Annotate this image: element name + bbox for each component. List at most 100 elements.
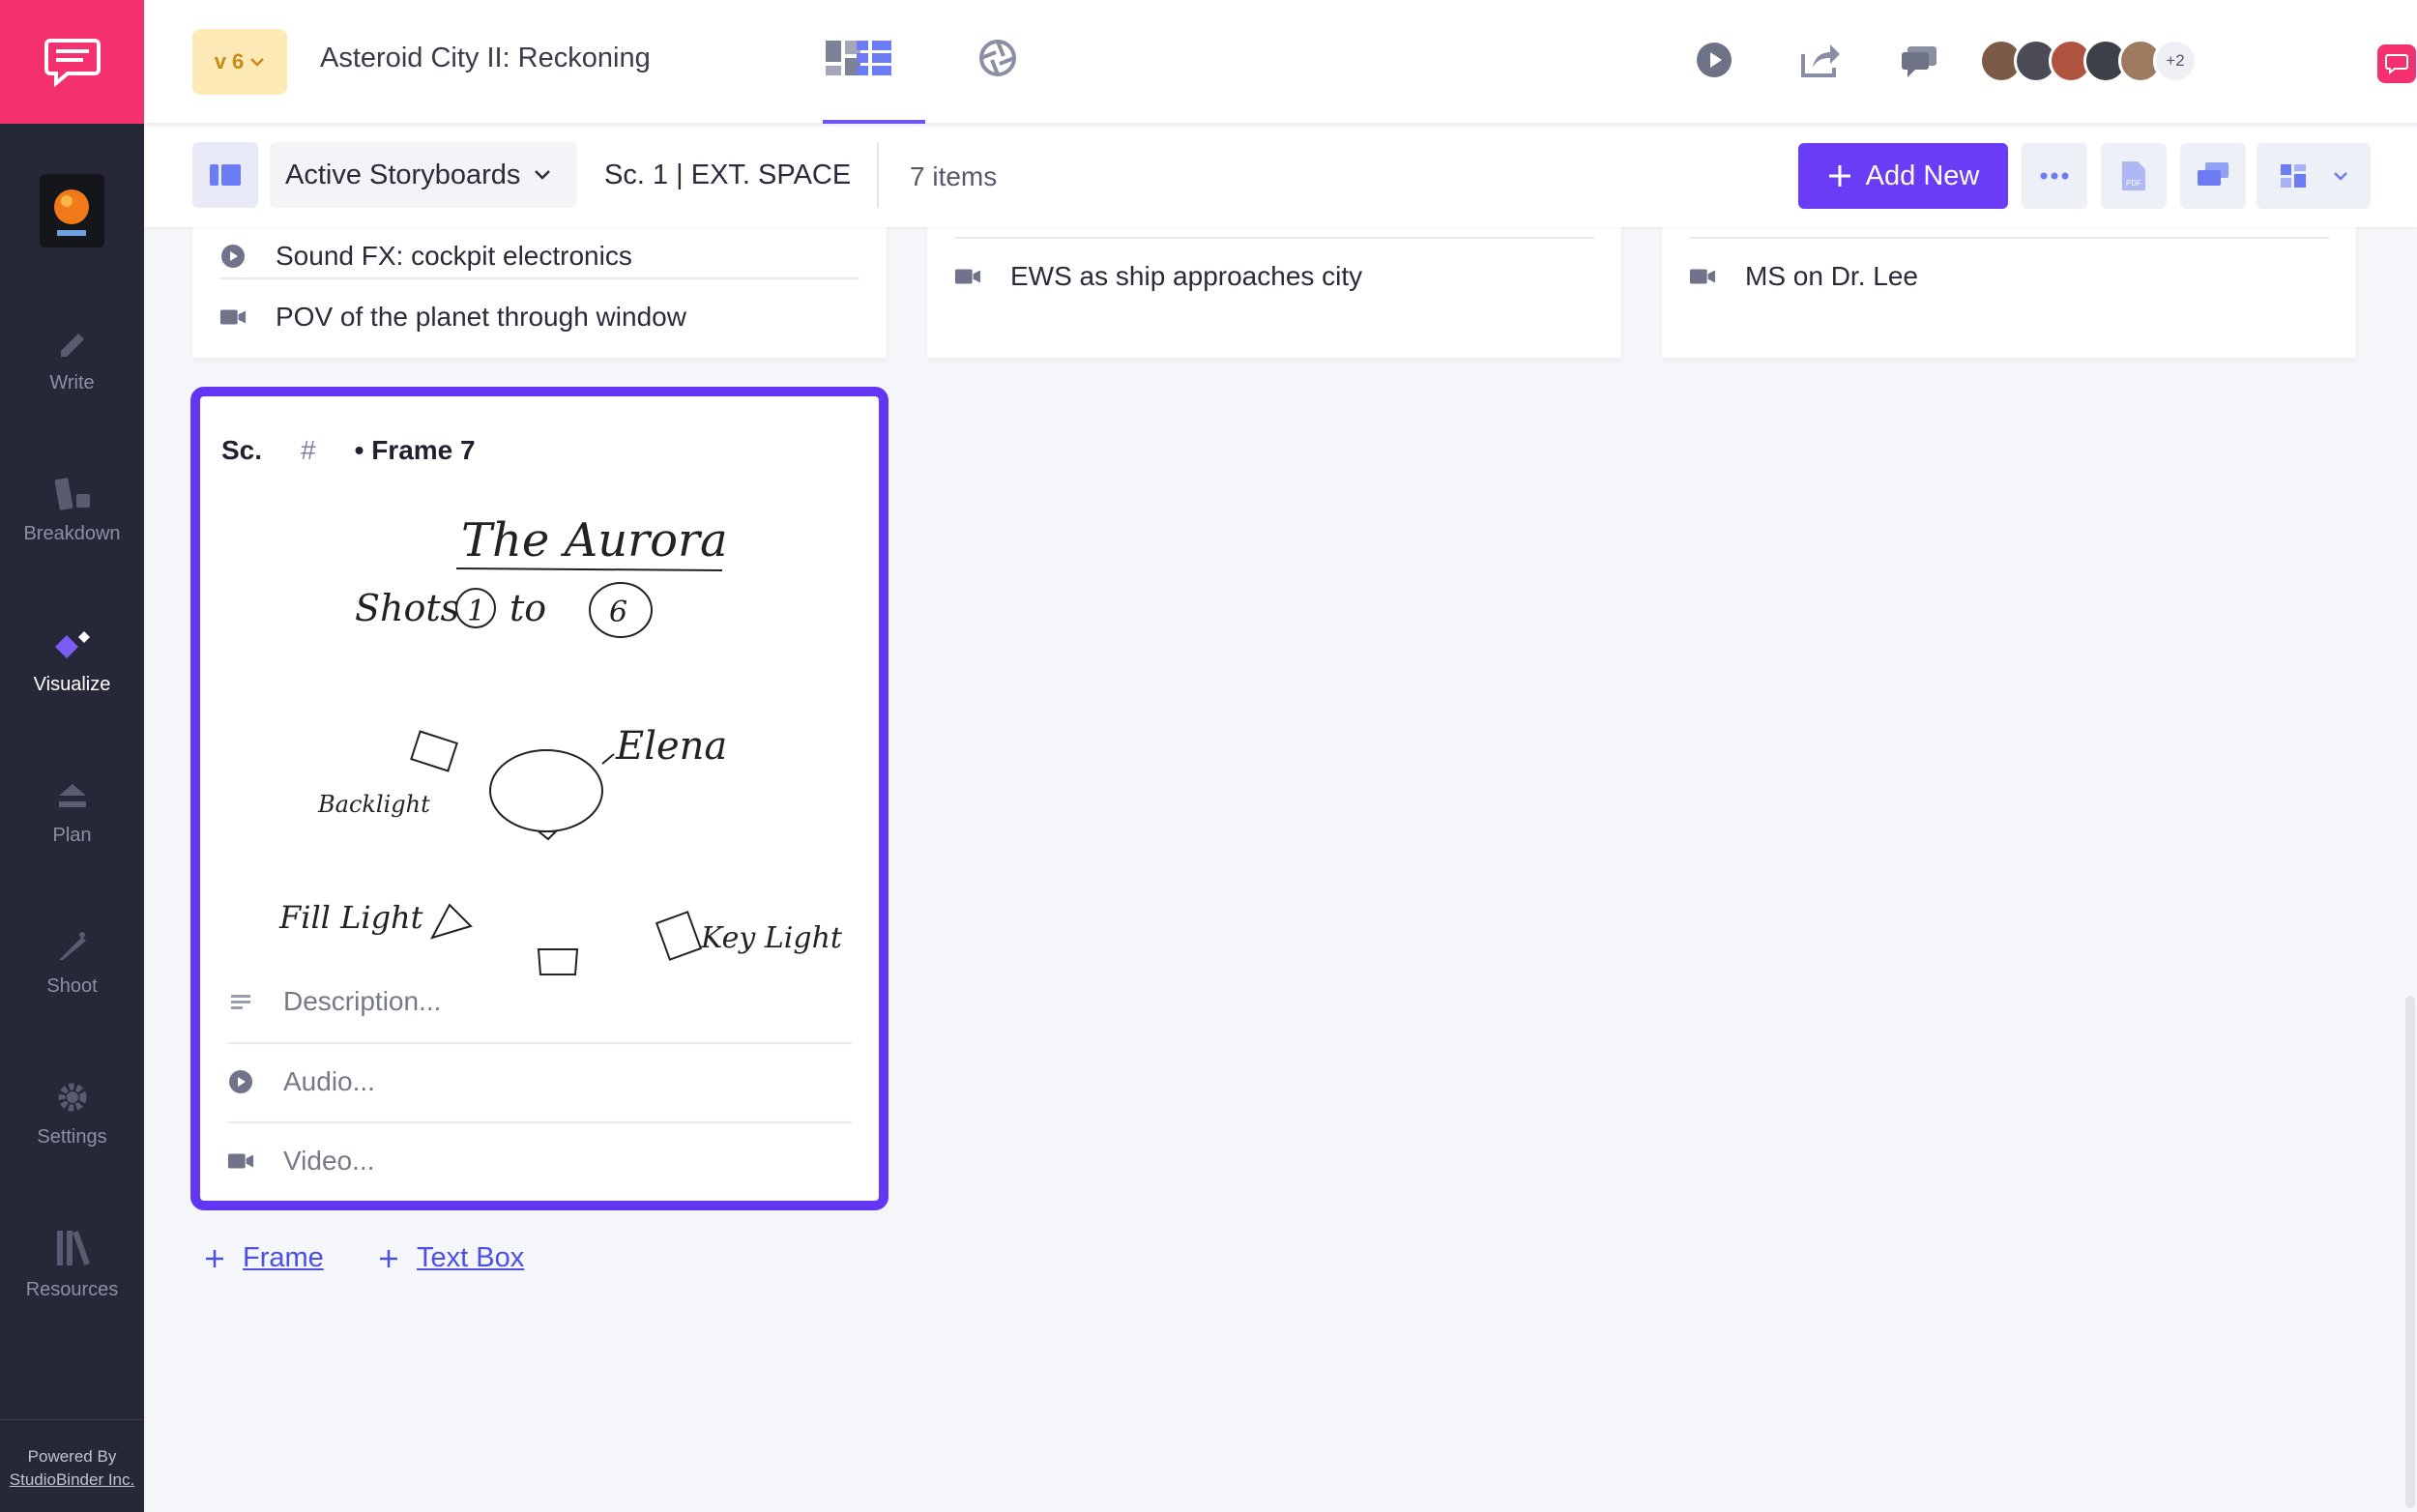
nav-settings[interactable]: Settings (0, 1056, 144, 1172)
sketch-shots: Shots (355, 587, 459, 629)
nav-plan[interactable]: Plan (0, 754, 144, 870)
frame-card[interactable]: Sound FX: cockpit electronics POV of the… (192, 218, 887, 358)
nav-visualize[interactable]: Visualize (0, 603, 144, 719)
plus-icon (206, 1249, 223, 1267)
version-dropdown[interactable]: v 6 (192, 29, 287, 95)
sketch-backlight: Backlight (317, 791, 430, 818)
scene-heading: Sc. 1 | EXT. SPACE (604, 160, 852, 190)
storyboard-select[interactable]: Active Storyboards (270, 142, 577, 208)
scene-number-label[interactable]: Sc. (221, 435, 262, 466)
play-icon (1697, 43, 1732, 77)
tab-grid-view[interactable] (823, 29, 925, 124)
top-bar: v 6 Asteroid City II: Reckoning +2 (144, 0, 2417, 125)
video-text: POV of the planet through window (276, 302, 686, 332)
play-button[interactable] (1691, 37, 1737, 83)
nav-resources[interactable]: Resources (0, 1207, 144, 1323)
audio-placeholder: Audio... (283, 1066, 375, 1096)
company-link[interactable]: StudioBinder Inc. (0, 1468, 144, 1492)
video-camera-icon (954, 269, 981, 284)
video-text: MS on Dr. Lee (1745, 261, 1918, 291)
plus-icon (380, 1249, 397, 1267)
shoot-icon (58, 931, 86, 960)
nav-shoot[interactable]: Shoot (0, 905, 144, 1021)
export-pdf-button[interactable]: PDF (2101, 143, 2167, 209)
more-options-button[interactable] (2022, 143, 2087, 209)
add-new-button[interactable]: Add New (1798, 143, 2008, 209)
sketch-key-light: Key Light (700, 921, 843, 955)
add-frame-label: Frame (243, 1242, 324, 1273)
sketch-to: to (510, 587, 546, 629)
chevron-down-icon (535, 170, 551, 180)
layout-grid-icon (2280, 164, 2306, 188)
sidebar-panel-icon (210, 164, 241, 186)
chevron-down-icon (250, 58, 265, 67)
comments-button[interactable] (1896, 37, 1942, 83)
vertical-scrollbar[interactable] (2405, 996, 2415, 1508)
share-icon (1801, 44, 1840, 77)
project-thumbnail[interactable] (40, 174, 104, 247)
storyboard-grid: Sound FX: cockpit electronics POV of the… (144, 218, 2417, 1512)
add-frame-button[interactable]: Frame (204, 1242, 324, 1274)
pdf-icon: PDF (2122, 161, 2145, 190)
audio-play-icon (229, 1070, 252, 1093)
audio-play-icon (221, 245, 245, 268)
add-new-label: Add New (1865, 160, 1980, 191)
sketch-shot-to: 6 (609, 596, 627, 629)
brand-logo[interactable] (0, 0, 144, 124)
pencil-icon (60, 333, 84, 357)
svg-text:PDF: PDF (2126, 179, 2141, 188)
nav-breakdown-label: Breakdown (23, 522, 121, 544)
collaborator-avatars[interactable]: +2 (1979, 39, 2198, 85)
grid-view-icon (857, 41, 891, 75)
video-field[interactable]: Video... (227, 1121, 852, 1199)
present-button[interactable] (2180, 143, 2246, 209)
version-label: v 6 (214, 49, 245, 73)
sketch-fill-light: Fill Light (278, 899, 423, 936)
nav-shoot-label: Shoot (46, 974, 98, 997)
video-text: EWS as ship approaches city (1010, 261, 1363, 291)
toggle-panel-button[interactable] (192, 142, 258, 208)
sketch-title: The Aurora (461, 513, 728, 567)
nav-resources-label: Resources (25, 1278, 119, 1300)
avatars-more-count[interactable]: +2 (2153, 39, 2198, 83)
list-item[interactable]: MS on Dr. Lee (1689, 237, 2329, 314)
share-button[interactable] (1797, 37, 1844, 83)
aperture-icon (979, 40, 1016, 76)
video-camera-icon (1689, 269, 1716, 284)
list-item[interactable]: EWS as ship approaches city (954, 237, 1594, 314)
divider (877, 142, 879, 208)
item-count: 7 items (910, 161, 998, 191)
comments-icon (1902, 46, 1937, 77)
gear-icon (58, 1083, 86, 1111)
project-title[interactable]: Asteroid City II: Reckoning (320, 43, 651, 74)
layout-select[interactable] (2257, 143, 2371, 209)
video-camera-icon (219, 309, 247, 325)
chat-button[interactable] (2377, 44, 2416, 83)
nav-plan-label: Plan (52, 824, 92, 846)
sidebar: Write Breakdown Visualize Plan Shoot Set… (0, 0, 144, 1512)
powered-by-label: Powered By (27, 1447, 117, 1466)
chat-icon (2385, 54, 2408, 74)
books-icon (56, 1230, 90, 1265)
add-textbox-button[interactable]: Text Box (378, 1242, 524, 1274)
list-item[interactable]: POV of the planet through window (219, 277, 859, 355)
chevron-down-icon (2333, 172, 2347, 181)
frame-card-selected[interactable]: Sc. # • Frame 7 The Aurora Shots 1 to 6 … (190, 387, 888, 1210)
sketch-elena: Elena (615, 724, 727, 769)
frame-header: Sc. # • Frame 7 (221, 435, 476, 466)
visualize-icon (54, 630, 90, 658)
frame-card[interactable]: EWS as ship approaches city (927, 218, 1621, 358)
powered-by: Powered By StudioBinder Inc. (0, 1419, 144, 1512)
frame-title: • Frame 7 (354, 435, 476, 465)
video-camera-icon (227, 1153, 254, 1169)
more-icon (2040, 172, 2069, 180)
shot-number-field[interactable]: # (301, 435, 316, 466)
description-field[interactable]: Description... (227, 963, 852, 1040)
audio-text: Sound FX: cockpit electronics (276, 241, 632, 271)
tab-shotlist-view[interactable] (946, 29, 1049, 124)
audio-field[interactable]: Audio... (227, 1042, 852, 1119)
storyboard-sketch[interactable]: The Aurora Shots 1 to 6 Backlight Elena … (239, 483, 858, 1025)
nav-breakdown[interactable]: Breakdown (0, 452, 144, 568)
nav-write[interactable]: Write (0, 302, 144, 418)
frame-card[interactable]: MS on Dr. Lee (1662, 218, 2356, 358)
